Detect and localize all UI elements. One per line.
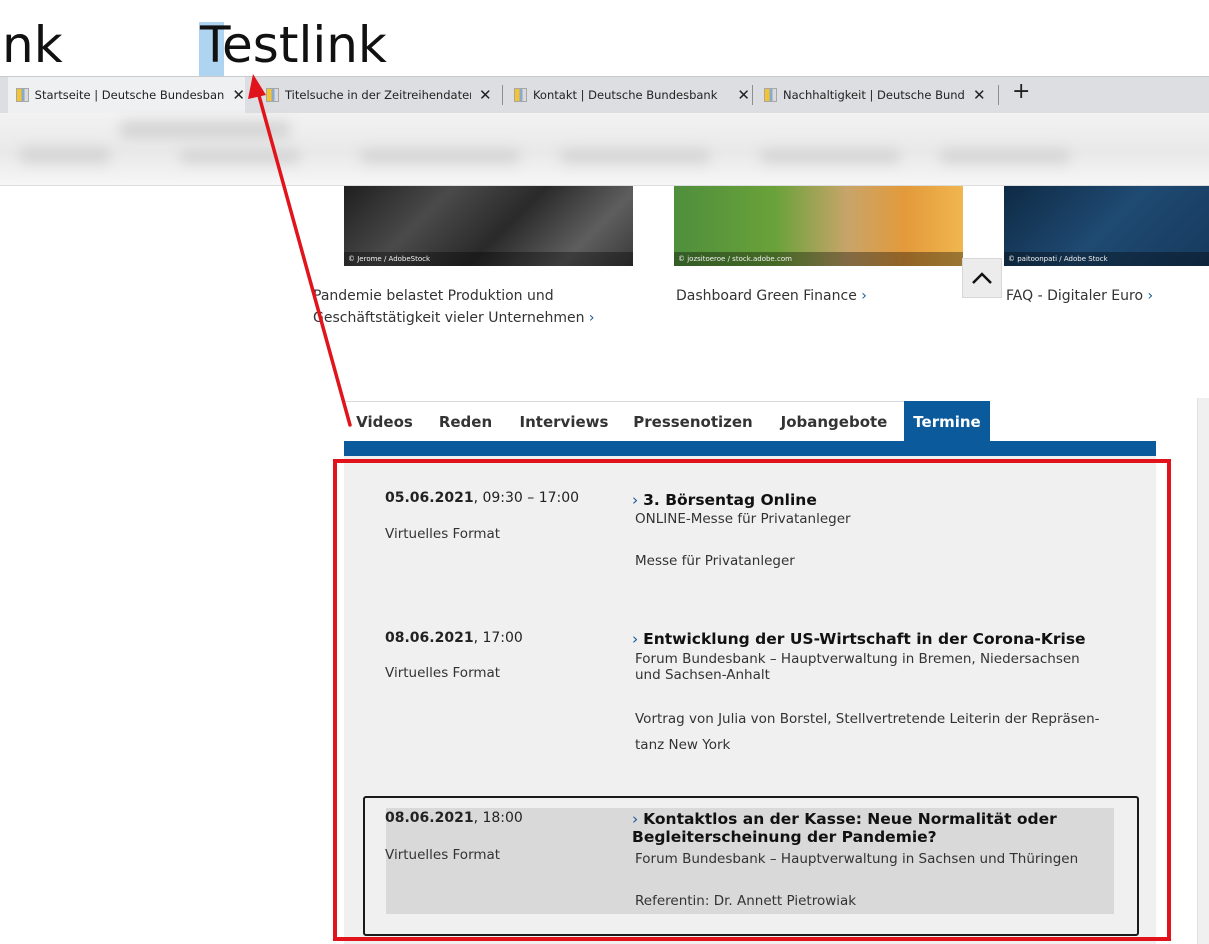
bundesbank-favicon-icon	[16, 88, 29, 102]
tab-label: Titelsuche in der Zeitreihendaten	[285, 88, 471, 102]
browser-tab-kontakt[interactable]: Kontakt | Deutsche Bundesbank ✕	[506, 77, 750, 113]
close-icon[interactable]: ✕	[973, 86, 986, 104]
tab-label: Startseite | Deutsche Bundesbank	[34, 88, 225, 102]
blurred-page-header	[0, 113, 1209, 186]
teaser-link-pandemie[interactable]: Pandemie belastet Produktion und Geschäf…	[313, 285, 595, 329]
tab-interviews[interactable]: Interviews	[506, 401, 622, 442]
editor-text-left: nk	[2, 16, 63, 74]
teaser-link-green-finance[interactable]: Dashboard Green Finance ›	[676, 285, 867, 307]
teaser-link-line1: Pandemie belastet Produktion und	[313, 288, 554, 304]
chevron-up-icon	[972, 272, 992, 284]
teaser-link-label: FAQ - Digitaler Euro	[1006, 288, 1144, 304]
browser-tab-bar: Startseite | Deutsche Bundesbank ✕ Titel…	[0, 76, 1209, 114]
bundesbank-favicon-icon	[266, 88, 279, 102]
tab-jobangebote[interactable]: Jobangebote	[764, 401, 904, 442]
tab-label: Kontakt | Deutsche Bundesbank	[532, 88, 718, 102]
teaser-image-digitaler-euro[interactable]: © paitoonpati / Adobe Stock	[1004, 186, 1209, 266]
annotation-highlight-box	[333, 459, 1171, 941]
editor-text-right[interactable]: Testlink	[200, 10, 387, 80]
chevron-right-icon: ›	[1147, 288, 1154, 304]
teaser-link-label: Dashboard Green Finance	[676, 288, 857, 304]
right-sidebar-rail	[1197, 398, 1209, 944]
scroll-to-top-button[interactable]	[962, 258, 1002, 298]
chevron-right-icon: ›	[861, 288, 867, 304]
tab-underline-bar	[344, 441, 1156, 456]
teaser-link-line2: Geschäftstätigkeit vieler Unternehmen	[313, 310, 585, 326]
tab-separator	[502, 85, 503, 105]
image-credit: © jozsitoeroe / stock.adobe.com	[674, 252, 963, 266]
tab-termine[interactable]: Termine	[904, 401, 990, 442]
close-icon[interactable]: ✕	[737, 86, 750, 104]
browser-tab-titelsuche[interactable]: Titelsuche in der Zeitreihendaten ✕	[258, 77, 496, 113]
tab-label: Nachhaltigkeit | Deutsche Bunde	[783, 88, 965, 102]
tab-separator	[998, 85, 999, 105]
teaser-image-green-finance[interactable]: © jozsitoeroe / stock.adobe.com	[674, 186, 963, 266]
teaser-image-pandemie[interactable]: © Jerome / AdobeStock	[344, 186, 633, 266]
bundesbank-favicon-icon	[514, 88, 527, 102]
tab-pressenotizen[interactable]: Pressenotizen	[622, 401, 764, 442]
tab-reden[interactable]: Reden	[425, 401, 506, 442]
chevron-right-icon: ›	[588, 310, 595, 326]
browser-tab-nachhaltigkeit[interactable]: Nachhaltigkeit | Deutsche Bunde ✕	[756, 77, 996, 113]
tab-videos[interactable]: Videos	[344, 401, 425, 442]
teaser-link-digitaler-euro[interactable]: FAQ - Digitaler Euro ›	[1006, 285, 1153, 307]
browser-tab-startseite[interactable]: Startseite | Deutsche Bundesbank ✕	[8, 77, 245, 113]
new-tab-icon[interactable]: +	[1012, 79, 1030, 104]
image-credit: © paitoonpati / Adobe Stock	[1004, 252, 1209, 266]
tab-separator	[752, 85, 753, 105]
image-credit: © Jerome / AdobeStock	[344, 252, 633, 266]
close-icon[interactable]: ✕	[232, 86, 245, 104]
close-icon[interactable]: ✕	[479, 86, 492, 104]
bundesbank-favicon-icon	[764, 88, 777, 102]
